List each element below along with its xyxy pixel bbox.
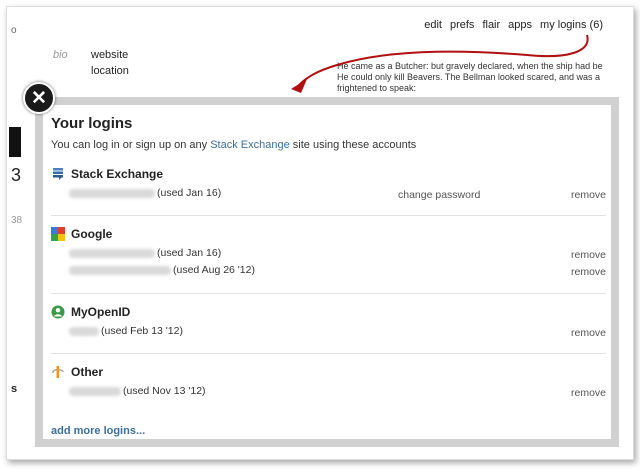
change-password-link[interactable]: change password: [398, 189, 480, 201]
myopenid-icon: [51, 305, 65, 319]
login-row: (used Feb 13 '12) remove: [51, 325, 606, 342]
redacted-email: [69, 188, 155, 198]
background-edge-char: s: [11, 383, 18, 395]
login-section-stack-exchange: Stack Exchange (used Jan 16) change pass…: [51, 167, 606, 216]
section-title: Google: [71, 227, 113, 241]
login-row: (used Nov 13 '12) remove: [51, 385, 606, 402]
google-icon: [51, 227, 65, 241]
login-section-other: Other (used Nov 13 '12) remove: [51, 365, 606, 413]
background-avatar-edge: [9, 127, 21, 157]
annotation-arrow: [291, 34, 589, 93]
login-row: (used Jan 16) remove: [51, 247, 606, 264]
openid-icon: [52, 366, 64, 378]
section-title: Stack Exchange: [71, 167, 164, 181]
add-more-logins-link[interactable]: add more logins...: [51, 425, 145, 437]
used-date: (used Nov 13 '12): [123, 385, 206, 398]
dialog-title: Your logins: [51, 115, 133, 132]
logins-dialog: Your logins You can log in or sign up on…: [35, 97, 619, 447]
remove-link[interactable]: remove: [571, 266, 606, 278]
login-row: (used Jan 16) change password remove: [51, 187, 606, 204]
screenshot-frame: o edit prefs flair apps my logins (6) bi…: [6, 6, 634, 460]
redacted-email: [69, 326, 99, 336]
close-icon[interactable]: ✕: [23, 82, 55, 114]
background-edge-char: 3: [11, 165, 22, 185]
login-section-myopenid: MyOpenID (used Feb 13 '12) remove: [51, 305, 606, 354]
redacted-email: [69, 386, 121, 396]
dialog-subtitle: You can log in or sign up on any Stack E…: [51, 139, 417, 151]
section-title: MyOpenID: [71, 305, 131, 319]
stackexchange-icon: [53, 168, 63, 180]
background-edge-char: 38: [11, 215, 23, 226]
remove-link[interactable]: remove: [571, 327, 606, 339]
login-row: (used Aug 26 '12) remove: [51, 264, 606, 281]
section-title: Other: [71, 365, 104, 379]
used-date: (used Jan 16): [157, 187, 222, 200]
remove-link[interactable]: remove: [571, 387, 606, 399]
used-date: (used Aug 26 '12): [173, 264, 255, 277]
used-date: (used Feb 13 '12): [101, 325, 183, 338]
remove-link[interactable]: remove: [571, 189, 606, 201]
redacted-email: [69, 248, 155, 258]
stack-exchange-link[interactable]: Stack Exchange: [210, 139, 290, 151]
used-date: (used Jan 16): [157, 247, 222, 260]
remove-link[interactable]: remove: [571, 249, 606, 261]
redacted-email: [69, 265, 171, 275]
login-section-google: Google (used Jan 16) remove (used Aug 26…: [51, 227, 606, 294]
